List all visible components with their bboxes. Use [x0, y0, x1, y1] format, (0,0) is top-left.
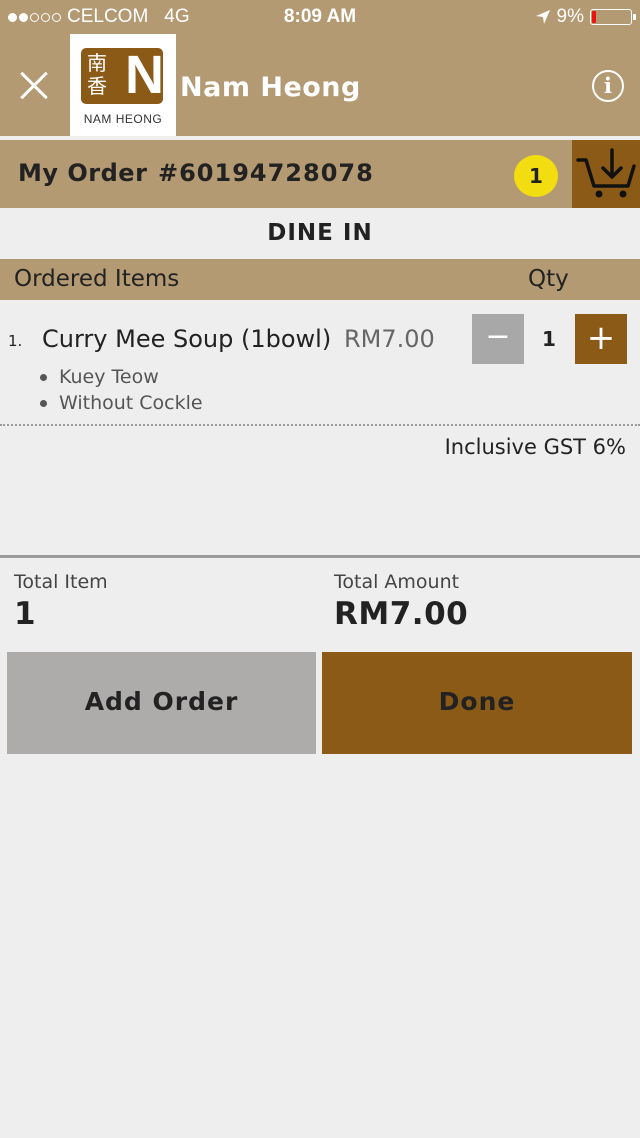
- item-qty: 1: [542, 327, 556, 351]
- brand-logo: 南香 N NAM HEONG: [70, 34, 176, 136]
- increase-qty-button[interactable]: +: [575, 314, 627, 364]
- order-number: #60194728078: [158, 159, 374, 187]
- total-amount-value: RM7.00: [334, 596, 469, 632]
- order-label: My Order: [18, 159, 148, 187]
- cart-count-badge: 1: [514, 155, 558, 197]
- ordered-items-title: Ordered Items: [14, 266, 180, 292]
- cart-button[interactable]: [572, 140, 640, 208]
- logo-chinese: 南香: [87, 51, 107, 98]
- done-button[interactable]: Done: [322, 652, 632, 754]
- tax-note: Inclusive GST 6%: [444, 435, 626, 459]
- qty-column-title: Qty: [528, 266, 569, 292]
- ordered-items-header: Ordered Items Qty: [0, 259, 640, 300]
- battery-icon: [590, 9, 636, 25]
- total-item-value: 1: [14, 596, 36, 632]
- info-icon[interactable]: i: [592, 70, 624, 102]
- location-arrow-icon: [535, 10, 550, 24]
- app-header: 南香 N NAM HEONG Nam Heong i: [0, 34, 640, 136]
- item-name: Curry Mee Soup (1bowl): [42, 325, 332, 353]
- logo-mark: 南香 N: [81, 48, 163, 104]
- totals-divider: [0, 555, 640, 558]
- item-option-text: Kuey Teow: [59, 366, 159, 388]
- total-amount-label: Total Amount: [334, 571, 460, 593]
- item-option: Kuey Teow: [40, 366, 159, 388]
- item-price: RM7.00: [344, 325, 435, 353]
- battery-percent: 9%: [556, 6, 584, 27]
- status-right: 9%: [535, 6, 636, 28]
- bullet-icon: [40, 400, 47, 407]
- cart-download-icon: [576, 148, 636, 198]
- item-index: 1.: [8, 332, 23, 350]
- add-order-button[interactable]: Add Order: [7, 652, 316, 754]
- item-option-text: Without Cockle: [59, 392, 203, 414]
- logo-text: NAM HEONG: [83, 112, 163, 126]
- order-item-row: 1. Curry Mee Soup (1bowl) RM7.00 − 1 + K…: [0, 300, 640, 426]
- decrease-qty-button[interactable]: −: [472, 314, 524, 364]
- logo-letter: N: [125, 48, 163, 104]
- restaurant-title: Nam Heong: [180, 72, 361, 103]
- total-item-label: Total Item: [14, 571, 108, 593]
- bullet-icon: [40, 374, 47, 381]
- status-bar: CELCOM 4G 8:09 AM 9%: [0, 0, 640, 34]
- close-icon[interactable]: [18, 70, 50, 102]
- item-option: Without Cockle: [40, 392, 203, 414]
- dine-mode: DINE IN: [267, 220, 373, 246]
